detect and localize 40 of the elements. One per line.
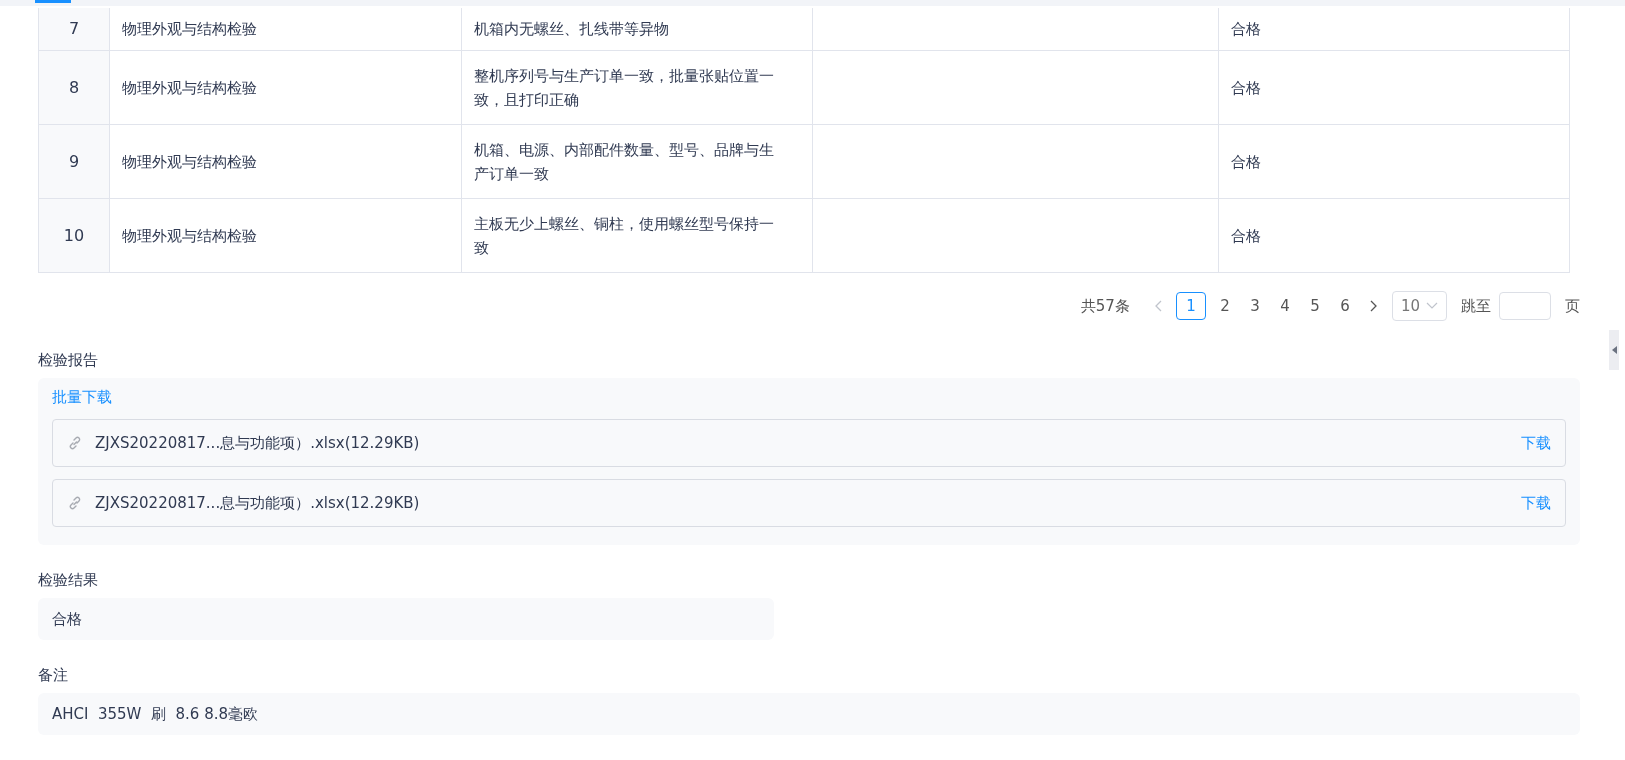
table-cell: 主板无少上螺丝、铜柱，使用螺丝型号保持一致	[462, 199, 813, 272]
result-value: 合格	[38, 598, 774, 640]
table-cell-text: 合格	[1230, 151, 1262, 173]
table-cell: 机箱内无螺丝、扎线带等异物	[462, 8, 813, 50]
tab-indicator	[35, 0, 71, 3]
section-label: 检验结果	[38, 571, 99, 590]
section-label: 检验报告	[38, 351, 99, 370]
file-name: ZJXS20220817...息与功能项）.xlsx(12.29KB)	[95, 433, 421, 453]
page-suffix: 页	[1565, 296, 1580, 316]
next-page-icon[interactable]	[1369, 300, 1378, 312]
page-button[interactable]: 4	[1273, 292, 1296, 320]
table-cell: 10	[39, 199, 110, 272]
total-count: 共57条	[1080, 296, 1130, 316]
page-button[interactable]: 2	[1213, 292, 1236, 320]
table-cell: 7	[39, 8, 110, 50]
table-cell-text: 合格	[1230, 77, 1262, 99]
chevron-down-icon	[1426, 302, 1438, 310]
table-cell: 物理外观与结构检验	[110, 199, 462, 272]
page-size-select[interactable]: 10	[1391, 291, 1447, 321]
link-icon	[67, 495, 83, 511]
section-label: 备注	[38, 666, 69, 685]
link-icon	[67, 435, 83, 451]
page-button[interactable]: 3	[1243, 292, 1266, 320]
collapse-handle[interactable]	[1609, 330, 1619, 370]
caret-left-icon	[1611, 346, 1617, 354]
table-cell-text: 合格	[1230, 225, 1262, 247]
jump-label: 跳至	[1461, 296, 1491, 316]
page-button[interactable]: 5	[1303, 292, 1326, 320]
table-cell-text: 合格	[1230, 19, 1262, 40]
page-input[interactable]	[1499, 292, 1551, 320]
table-cell: 8	[39, 51, 110, 124]
table-cell: 9	[39, 125, 110, 198]
remarks-value: AHCI 355W 刷 8.6 8.8毫欧	[38, 693, 1580, 735]
table-cell: 物理外观与结构检验	[110, 51, 462, 124]
page-button[interactable]: 6	[1333, 292, 1356, 320]
table-cell: 整机序列号与生产订单一致，批量张贴位置一致，且打印正确	[462, 51, 813, 124]
table-cell: 物理外观与结构检验	[110, 125, 462, 198]
table-cell: 机箱、电源、内部配件数量、型号、品牌与生产订单一致	[462, 125, 813, 198]
table-cell: 物理外观与结构检验	[110, 8, 462, 50]
file-name: ZJXS20220817...息与功能项）.xlsx(12.29KB)	[95, 493, 421, 513]
